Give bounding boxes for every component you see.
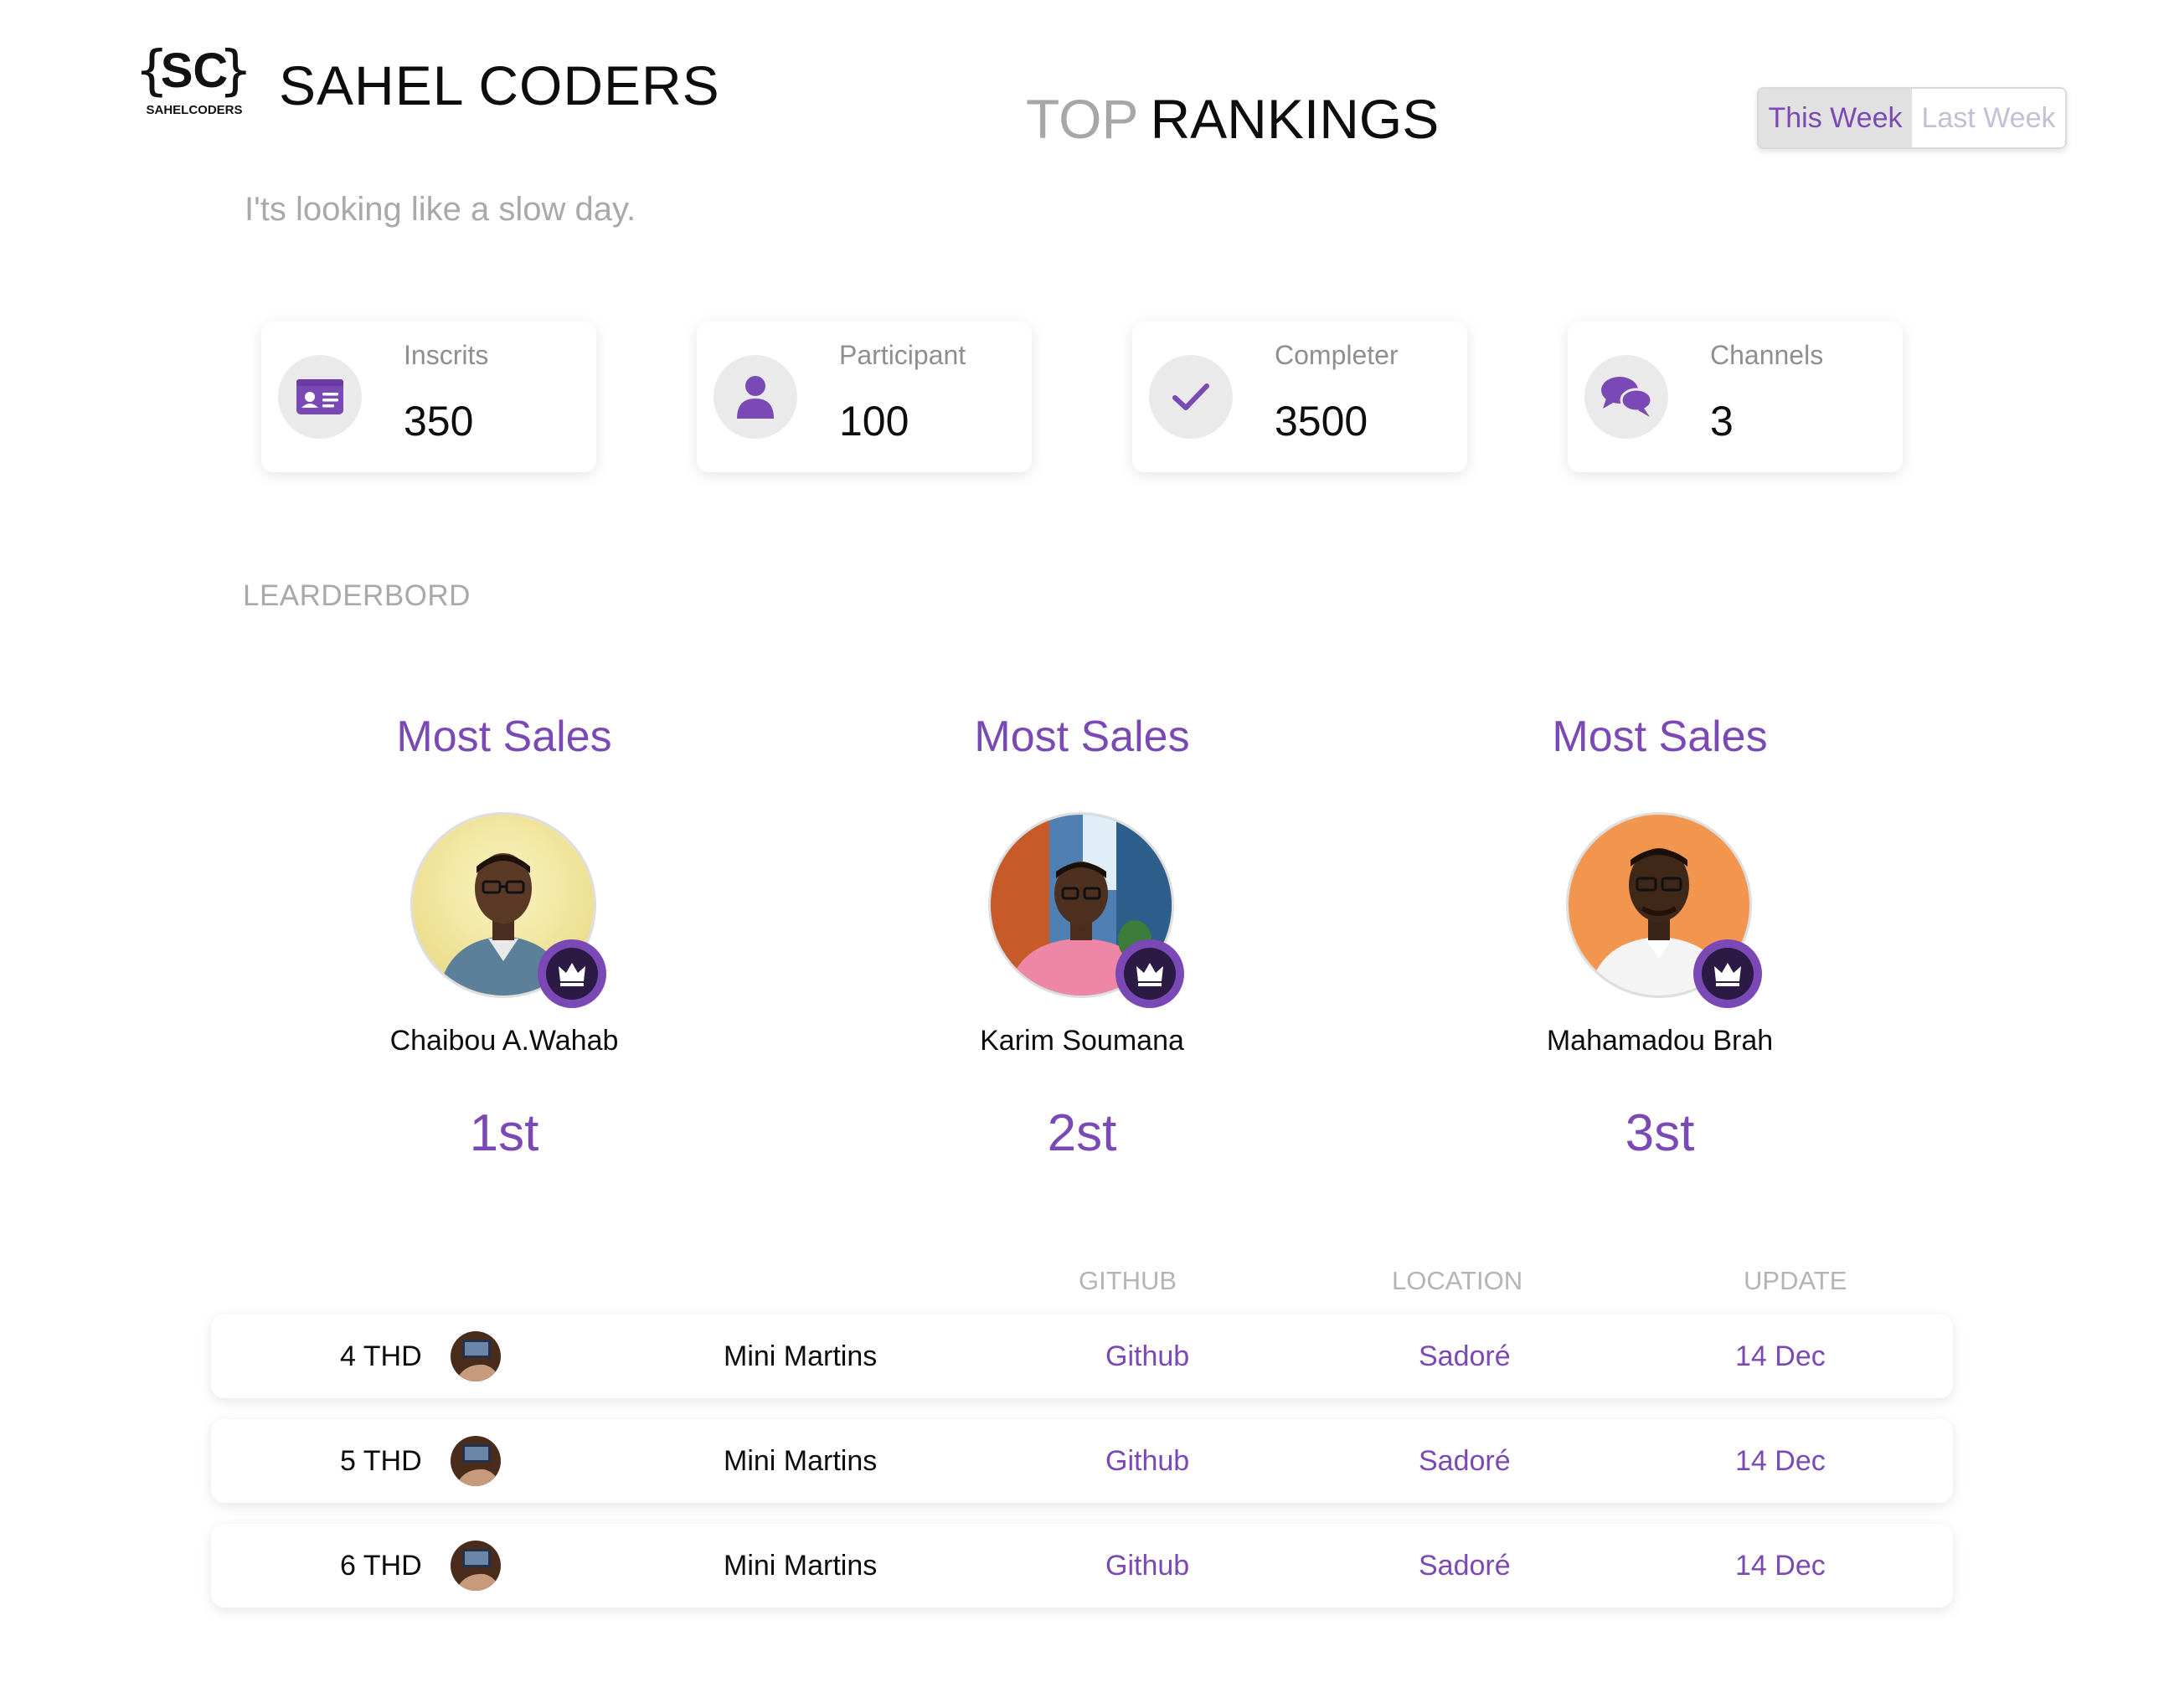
crown-badge-icon [1115,939,1184,1008]
row-avatar [451,1436,501,1486]
row-name: Mini Martins [724,1444,878,1477]
podium-heading: Most Sales [974,713,1190,761]
podium-name: Karim Soumana [980,1025,1184,1057]
podium-rank: 2st [1047,1104,1117,1162]
id-card-icon [278,355,362,439]
week-toggle: This Week Last Week [1757,87,2067,149]
crown-badge-icon [1693,939,1762,1008]
row-location: Sadoré [1419,1340,1511,1372]
status-message: I'ts looking like a slow day. [245,191,636,228]
podium-name: Mahamadou Brah [1546,1025,1774,1057]
page-title-top: TOP [1026,88,1139,150]
podium-rank: 3st [1625,1104,1695,1162]
page-title: TOP RANKINGS [1026,87,1439,151]
podium-third: Most Sales Mahamadou Brah 3st [1425,703,1894,1172]
check-icon [1149,355,1233,439]
logo-letters: SC [161,44,229,98]
table-row[interactable]: 5 THD Mini Martins Github Sadoré 14 Dec [211,1419,1953,1503]
last-week-button[interactable]: Last Week [1912,89,2065,147]
github-link[interactable]: Github [1105,1524,1189,1608]
table-row[interactable]: 4 THD Mini Martins Github Sadoré 14 Dec [211,1314,1953,1398]
this-week-button[interactable]: This Week [1759,89,1912,147]
chat-bubbles-icon [1584,355,1668,439]
row-rank: 6 THD [340,1549,422,1582]
row-update: 14 Dec [1735,1340,1826,1372]
leaderboard-label: LEARDERBORD [243,579,471,612]
stat-label: Channels [1710,340,1824,370]
stat-value: 350 [404,398,474,445]
row-avatar [451,1541,501,1591]
row-location: Sadoré [1419,1444,1511,1477]
row-avatar [451,1331,501,1381]
github-link[interactable]: Github [1105,1314,1189,1398]
stat-card-channels: Channels 3 [1568,322,1903,472]
column-header-github: GITHUB [1079,1266,1177,1295]
row-rank: 5 THD [340,1444,422,1477]
stat-label: Completer [1275,340,1399,370]
sahel-coders-logo: { } SC SAHELCODERS [136,33,253,121]
row-rank: 4 THD [340,1340,422,1372]
column-header-update: UPDATE [1744,1266,1847,1295]
row-update: 14 Dec [1735,1549,1826,1582]
podium-name: Chaibou A.Wahab [389,1025,619,1057]
column-header-location: LOCATION [1392,1266,1523,1295]
row-location: Sadoré [1419,1549,1511,1582]
stat-card-completer: Completer 3500 [1132,322,1467,472]
podium-first: Most Sales Chaibou A.Wahab 1st [270,703,739,1172]
user-icon [714,355,797,439]
stat-card-participant: Participant 100 [697,322,1032,472]
row-name: Mini Martins [724,1549,878,1582]
github-link[interactable]: Github [1105,1419,1189,1503]
row-name: Mini Martins [724,1340,878,1372]
stat-value: 100 [839,398,909,445]
stat-label: Participant [839,340,966,370]
logo-subtext: SAHELCODERS [146,103,242,117]
podium-heading: Most Sales [1552,713,1768,761]
row-update: 14 Dec [1735,1444,1826,1477]
stat-card-inscrits: Inscrits 350 [261,322,596,472]
page-title-rankings: RANKINGS [1150,88,1440,150]
podium-rank: 1st [469,1104,539,1162]
brand-name: SAHEL CODERS [279,54,720,116]
crown-badge-icon [538,939,606,1008]
podium-second: Most Sales Karim Soumana 2st [848,703,1316,1172]
stat-label: Inscrits [404,340,489,370]
stat-value: 3 [1710,398,1734,445]
podium-heading: Most Sales [396,713,612,761]
table-row[interactable]: 6 THD Mini Martins Github Sadoré 14 Dec [211,1524,1953,1608]
stat-value: 3500 [1275,398,1368,445]
